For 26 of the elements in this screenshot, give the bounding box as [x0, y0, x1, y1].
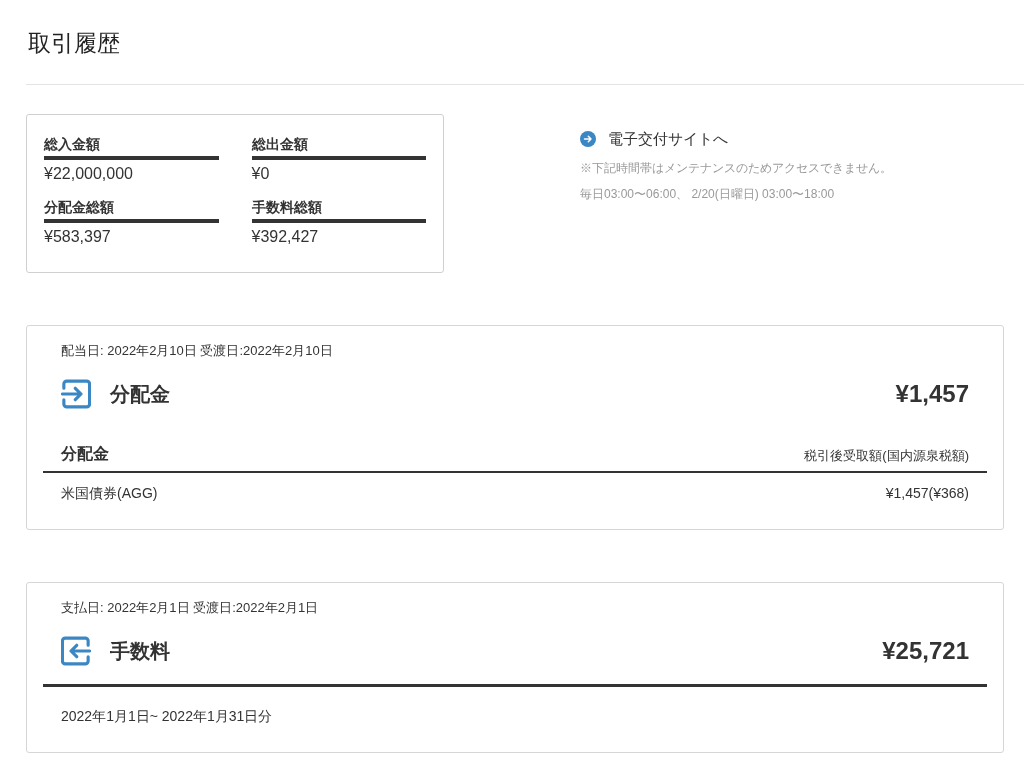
transaction-date: 配当日: 2022年2月10日 受渡日:2022年2月10日: [61, 342, 333, 360]
transaction-title: 分配金: [110, 382, 170, 407]
summary-value: ¥583,397: [44, 227, 111, 247]
transaction-amount: ¥25,721: [882, 636, 969, 666]
transaction-title: 手数料: [110, 639, 170, 664]
page-title: 取引履歴: [28, 29, 120, 58]
period-text: 2022年1月1日~ 2022年1月31日分: [61, 708, 273, 724]
transaction-amount: ¥1,457: [895, 379, 969, 409]
arrow-circle-icon: [580, 131, 596, 147]
table-cell-text: ¥1,457(¥368): [885, 484, 969, 503]
e-delivery-link[interactable]: 電子交付サイトへ: [580, 129, 728, 149]
maintenance-note: ※下記時間帯はメンテナンスのためアクセスできません。: [580, 160, 892, 177]
summary-value: ¥22,000,000: [44, 164, 133, 184]
arrow-out-of-box-icon: [61, 636, 91, 666]
maintenance-note: 毎日03:00〜06:00、 2/20(日曜日) 03:00〜18:00: [580, 186, 835, 203]
table-header: 分配金: [61, 444, 109, 464]
summary-label: 分配金総額: [44, 197, 219, 223]
summary-label: 総出金額: [251, 134, 426, 160]
summary-value: ¥392,427: [251, 227, 319, 247]
transaction-date: 支払日: 2022年2月1日 受渡日:2022年2月1日: [61, 599, 319, 617]
summary-value: ¥0: [251, 164, 270, 184]
table-cell-text: 米国債券(AGG): [61, 484, 158, 503]
summary-label: 総入金額: [44, 134, 219, 160]
summary-label: 手数料総額: [251, 197, 426, 223]
table-header: 税引後受取額(国内源泉税額): [804, 447, 969, 465]
arrow-into-box-icon: [61, 379, 91, 409]
